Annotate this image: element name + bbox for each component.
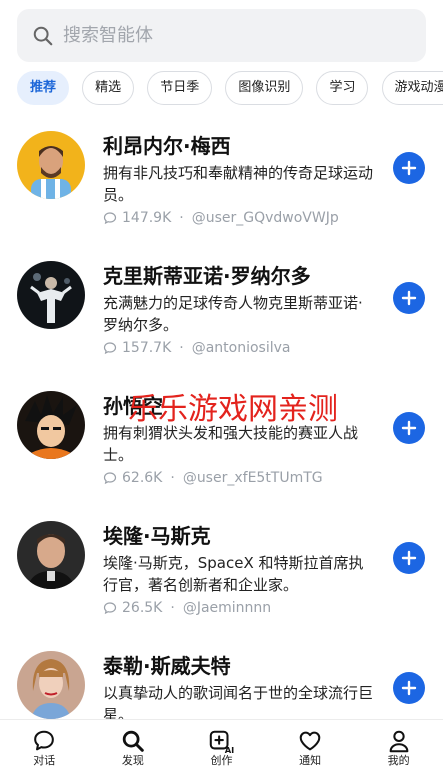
tab-create[interactable]: AI 创作 [177, 720, 266, 767]
bot-meta: 157.7K · @antoniosilva [103, 340, 291, 356]
singer-avatar [17, 651, 85, 719]
author-handle[interactable]: @antoniosilva [192, 340, 291, 356]
chat-count: 147.9K [122, 210, 172, 226]
search-bar[interactable] [17, 9, 426, 62]
chip-study[interactable]: 学习 [316, 71, 369, 105]
heart-icon [299, 731, 321, 751]
search-input[interactable] [63, 19, 403, 52]
bot-description: 埃隆·马斯克，SpaceX 和特斯拉首席执行官，著名创新者和企业家。 [103, 554, 364, 594]
add-bot-button[interactable] [393, 542, 425, 574]
plus-icon [401, 550, 417, 566]
bot-description: 拥有刺猬状头发和强大技能的赛亚人战士。 [103, 424, 359, 464]
list-item[interactable]: 利昂内尔·梅西 拥有非凡技巧和奉献精神的传奇足球运动员。 147.9K · @u… [0, 118, 443, 248]
bot-meta: 26.5K · @Jaeminnnn [103, 600, 271, 616]
chat-count: 26.5K [122, 600, 163, 616]
tab-label: 创作 [210, 754, 233, 767]
add-bot-button[interactable] [393, 672, 425, 704]
plus-icon [401, 680, 417, 696]
separator-dot: · [179, 210, 184, 226]
tab-profile[interactable]: 我的 [354, 720, 443, 767]
chip-featured[interactable]: 精选 [82, 71, 135, 105]
separator-dot: · [170, 470, 175, 486]
bot-name: 利昂内尔·梅西 [103, 134, 231, 158]
add-bot-button[interactable] [393, 282, 425, 314]
create-ai-icon: AI [210, 730, 235, 754]
chat-count: 62.6K [122, 470, 163, 486]
list-item[interactable]: 孙悟空 拥有刺猬状头发和强大技能的赛亚人战士。 62.6K · @user_xf… [0, 378, 443, 508]
svg-text:AI: AI [225, 745, 235, 754]
bot-name: 孙悟空 [103, 394, 163, 418]
category-chips: 推荐 精选 节日季 图像识别 学习 游戏动漫 [17, 71, 443, 105]
chip-image-recognition[interactable]: 图像识别 [225, 71, 304, 105]
chat-bubble-icon [103, 212, 117, 225]
author-handle[interactable]: @user_xfE5tTUmTG [183, 470, 323, 486]
tab-label: 我的 [387, 754, 410, 767]
separator-dot: · [170, 600, 175, 616]
tab-label: 对话 [33, 754, 56, 767]
chat-bubble-icon [103, 342, 117, 355]
author-handle[interactable]: @Jaeminnnn [183, 600, 271, 616]
soccer-player-dark-avatar [17, 261, 85, 329]
chat-bubble-icon [103, 472, 117, 485]
tab-notifications[interactable]: 通知 [266, 720, 355, 767]
profile-icon [389, 730, 409, 753]
bot-description: 拥有非凡技巧和奉献精神的传奇足球运动员。 [103, 164, 374, 204]
bot-name: 克里斯蒂亚诺·罗纳尔多 [103, 264, 311, 288]
list-item[interactable]: 克里斯蒂亚诺·罗纳尔多 充满魅力的足球传奇人物克里斯蒂亚诺·罗纳尔多。 157.… [0, 248, 443, 378]
chip-recommended[interactable]: 推荐 [17, 71, 70, 105]
bot-description: 充满魅力的足球传奇人物克里斯蒂亚诺·罗纳尔多。 [103, 294, 363, 334]
tab-discover[interactable]: 发现 [89, 720, 178, 767]
plus-icon [401, 420, 417, 436]
businessman-avatar [17, 521, 85, 589]
soccer-player-avatar [17, 131, 85, 199]
chip-games-anime[interactable]: 游戏动漫 [381, 71, 443, 105]
separator-dot: · [179, 340, 184, 356]
list-item[interactable]: 埃隆·马斯克 埃隆·马斯克，SpaceX 和特斯拉首席执行官，著名创新者和企业家… [0, 508, 443, 638]
chip-festival[interactable]: 节日季 [147, 71, 213, 105]
tab-chat[interactable]: 对话 [0, 720, 89, 767]
tab-label: 发现 [121, 754, 144, 767]
tab-label: 通知 [299, 754, 322, 767]
add-bot-button[interactable] [393, 412, 425, 444]
plus-icon [401, 290, 417, 306]
bot-meta: 62.6K · @user_xfE5tTUmTG [103, 470, 323, 486]
bot-name: 泰勒·斯威夫特 [103, 654, 231, 678]
anime-warrior-avatar [17, 391, 85, 459]
search-icon [33, 26, 53, 46]
search-icon [122, 730, 144, 752]
chat-icon [34, 730, 55, 751]
chat-bubble-icon [103, 602, 117, 615]
bot-name: 埃隆·马斯克 [103, 524, 211, 548]
bot-meta: 147.9K · @user_GQvdwoVWJp [103, 210, 339, 226]
author-handle[interactable]: @user_GQvdwoVWJp [192, 210, 339, 226]
add-bot-button[interactable] [393, 152, 425, 184]
plus-icon [401, 160, 417, 176]
chat-count: 157.7K [122, 340, 172, 356]
bottom-tab-bar: 对话 发现 AI 创作 通知 我的 [0, 719, 443, 767]
